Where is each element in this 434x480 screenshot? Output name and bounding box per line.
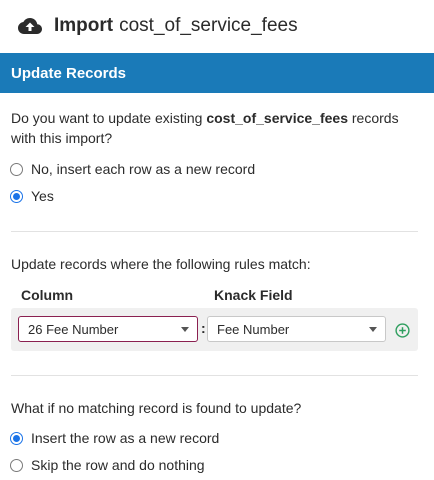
update-question: Do you want to update existing cost_of_s…	[11, 108, 421, 148]
knack-field-select[interactable]: Fee Number	[207, 316, 386, 342]
radio-insert-row-label: Insert the row as a new record	[31, 430, 220, 446]
radio-insert-new[interactable]	[10, 162, 23, 176]
modal-title-bar: Import cost_of_service_fees	[0, 0, 434, 52]
radio-insert-row[interactable]	[10, 431, 23, 445]
plus-circle-icon[interactable]	[395, 323, 410, 338]
knack-field-select-value: Fee Number	[217, 321, 290, 337]
cloud-upload-icon	[18, 18, 42, 34]
divider	[11, 375, 418, 376]
title-import-label: Import	[54, 15, 114, 36]
column-header: Column	[21, 287, 74, 303]
match-rules-prompt: Update records where the following rules…	[11, 256, 311, 272]
column-select[interactable]: 26 Fee Number	[18, 316, 198, 342]
title-object-name: cost_of_service_fees	[119, 15, 298, 36]
knack-field-header: Knack Field	[214, 287, 293, 303]
radio-option-skip-row[interactable]: Skip the row and do nothing	[10, 457, 205, 473]
radio-skip-row[interactable]	[10, 458, 23, 472]
radio-option-insert-new[interactable]: No, insert each row as a new record	[10, 161, 255, 177]
radio-option-insert-row[interactable]: Insert the row as a new record	[10, 430, 219, 446]
update-records-header: Update Records	[0, 53, 434, 93]
radio-insert-new-label: No, insert each row as a new record	[31, 161, 256, 177]
update-question-object: cost_of_service_fees	[206, 110, 348, 126]
radio-option-yes[interactable]: Yes	[10, 188, 54, 204]
rule-separator: :	[201, 320, 206, 336]
radio-skip-row-label: Skip the row and do nothing	[31, 457, 205, 473]
chevron-down-icon	[369, 327, 377, 332]
radio-yes-label: Yes	[31, 188, 54, 204]
no-match-prompt: What if no matching record is found to u…	[11, 400, 302, 416]
radio-yes[interactable]	[10, 189, 23, 203]
section-title: Update Records	[11, 64, 127, 82]
divider	[11, 231, 418, 232]
column-select-value: 26 Fee Number	[28, 321, 119, 337]
update-question-prefix: Do you want to update existing	[11, 110, 207, 126]
chevron-down-icon	[181, 327, 189, 332]
